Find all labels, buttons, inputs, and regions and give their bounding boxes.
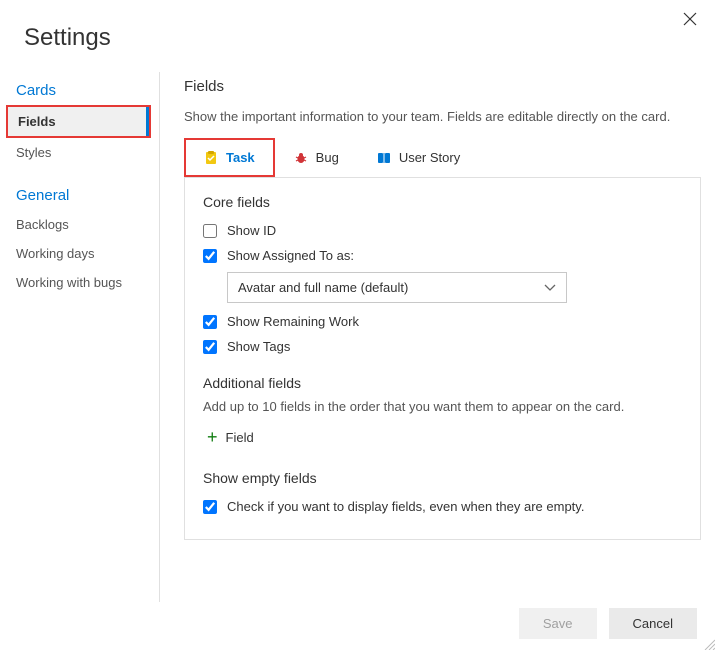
close-icon[interactable] [683, 12, 697, 31]
user-story-icon [377, 151, 391, 165]
empty-fields-checkbox[interactable] [203, 500, 217, 514]
sidebar: Cards Fields Styles General Backlogs Wor… [0, 72, 160, 602]
dialog-footer: Save Cancel [519, 608, 697, 639]
show-assigned-row[interactable]: Show Assigned To as: [203, 243, 682, 268]
nav-item-working-days[interactable]: Working days [0, 239, 159, 268]
add-field-button[interactable]: + Field [203, 424, 682, 454]
nav-group-cards: Cards [0, 72, 159, 105]
nav-item-backlogs[interactable]: Backlogs [0, 210, 159, 239]
page-title: Settings [0, 0, 717, 72]
cancel-button[interactable]: Cancel [609, 608, 697, 639]
show-assigned-label: Show Assigned To as: [227, 248, 354, 263]
highlight-fields-nav: Fields [6, 105, 151, 138]
show-remaining-checkbox[interactable] [203, 315, 217, 329]
additional-fields-desc: Add up to 10 fields in the order that yo… [203, 399, 682, 414]
nav-item-styles[interactable]: Styles [0, 138, 159, 167]
tab-task[interactable]: Task [186, 140, 273, 175]
show-id-row[interactable]: Show ID [203, 218, 682, 243]
core-fields-header: Core fields [203, 194, 682, 210]
show-remaining-row[interactable]: Show Remaining Work [203, 309, 682, 334]
empty-fields-label: Check if you want to display fields, eve… [227, 499, 584, 514]
empty-fields-header: Show empty fields [203, 470, 682, 486]
section-title: Fields [184, 78, 701, 95]
section-desc: Show the important information to your t… [184, 109, 701, 124]
nav-item-working-bugs[interactable]: Working with bugs [0, 268, 159, 297]
show-remaining-label: Show Remaining Work [227, 314, 359, 329]
empty-fields-row[interactable]: Check if you want to display fields, eve… [203, 494, 682, 519]
tab-bug-label: Bug [316, 150, 339, 165]
assigned-select[interactable]: Avatar and full name (default) [227, 272, 567, 303]
highlight-task-tab: Task [184, 138, 275, 177]
show-tags-row[interactable]: Show Tags [203, 334, 682, 359]
assigned-select-value: Avatar and full name (default) [238, 280, 408, 295]
add-field-label: Field [226, 430, 254, 445]
show-assigned-checkbox[interactable] [203, 249, 217, 263]
task-icon [204, 151, 218, 165]
show-tags-label: Show Tags [227, 339, 290, 354]
save-button[interactable]: Save [519, 608, 597, 639]
work-item-tabs: Task Bug User Story [184, 138, 701, 178]
additional-fields-header: Additional fields [203, 375, 682, 391]
show-id-checkbox[interactable] [203, 224, 217, 238]
nav-group-general: General [0, 177, 159, 210]
resize-grip-icon[interactable] [703, 638, 715, 653]
plus-icon: + [207, 428, 218, 446]
bug-icon [294, 151, 308, 165]
tab-bug[interactable]: Bug [275, 138, 358, 177]
show-tags-checkbox[interactable] [203, 340, 217, 354]
tab-task-label: Task [226, 150, 255, 165]
fields-panel: Core fields Show ID Show Assigned To as:… [184, 178, 701, 540]
main-panel: Fields Show the important information to… [160, 72, 717, 602]
tab-user-story[interactable]: User Story [358, 138, 479, 177]
nav-item-fields[interactable]: Fields [8, 107, 149, 136]
tab-userstory-label: User Story [399, 150, 460, 165]
show-id-label: Show ID [227, 223, 276, 238]
chevron-down-icon [544, 281, 556, 295]
